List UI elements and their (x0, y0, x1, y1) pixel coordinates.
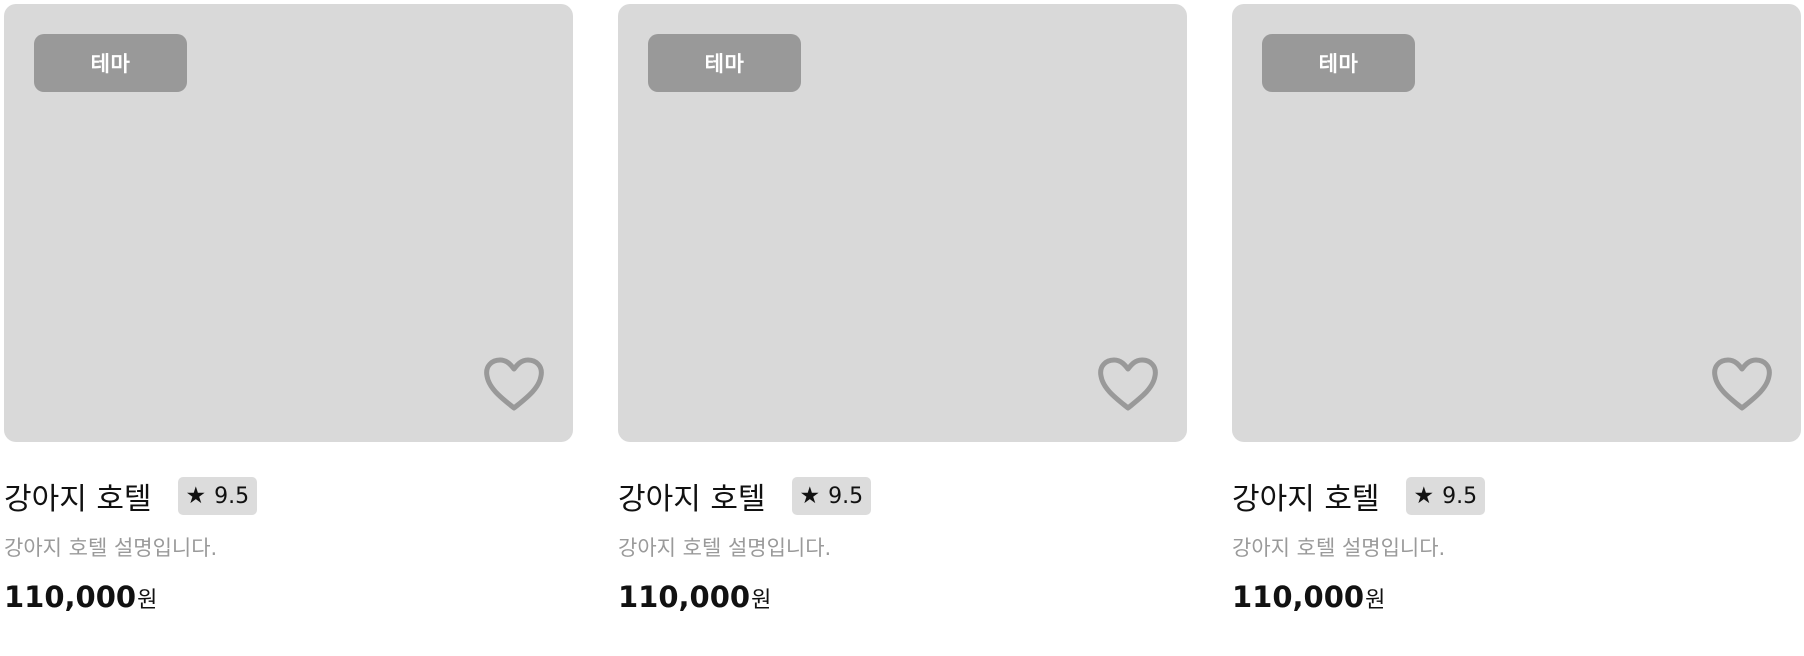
star-icon: ★ (1413, 483, 1435, 509)
hotel-thumbnail[interactable]: 테마 (1232, 4, 1801, 442)
price-value: 110,000 (618, 580, 751, 614)
rating-badge: ★ 9.5 (791, 477, 872, 515)
price: 110,000 원 (618, 580, 771, 614)
price: 110,000 원 (4, 580, 157, 614)
heart-outline-icon[interactable] (483, 356, 545, 412)
heart-outline-icon[interactable] (1097, 356, 1159, 412)
heart-outline-icon[interactable] (1711, 356, 1773, 412)
price-unit: 원 (1365, 588, 1386, 613)
rating-value: 9.5 (214, 483, 250, 509)
theme-tag: 테마 (34, 34, 187, 92)
star-icon: ★ (185, 483, 207, 509)
hotel-description: 강아지 호텔 설명입니다. (1232, 536, 1446, 560)
rating-value: 9.5 (828, 483, 864, 509)
title-row: 강아지 호텔 ★ 9.5 (4, 474, 258, 518)
hotel-title[interactable]: 강아지 호텔 (4, 474, 152, 518)
rating-badge: ★ 9.5 (1405, 477, 1486, 515)
title-row: 강아지 호텔 ★ 9.5 (1232, 474, 1486, 518)
hotel-title[interactable]: 강아지 호텔 (618, 474, 766, 518)
price-unit: 원 (751, 588, 772, 613)
title-row: 강아지 호텔 ★ 9.5 (618, 474, 872, 518)
hotel-card-grid: 테마 강아지 호텔 ★ 9.5 강아지 호텔 설명입니다. 110,000 원 … (0, 0, 1804, 656)
price-value: 110,000 (4, 580, 137, 614)
rating-value: 9.5 (1442, 483, 1478, 509)
rating-badge: ★ 9.5 (177, 477, 258, 515)
hotel-card[interactable]: 테마 강아지 호텔 ★ 9.5 강아지 호텔 설명입니다. 110,000 원 (618, 4, 1187, 624)
hotel-description: 강아지 호텔 설명입니다. (618, 536, 832, 560)
hotel-card[interactable]: 테마 강아지 호텔 ★ 9.5 강아지 호텔 설명입니다. 110,000 원 (4, 4, 573, 624)
hotel-card[interactable]: 테마 강아지 호텔 ★ 9.5 강아지 호텔 설명입니다. 110,000 원 (1232, 4, 1801, 624)
price-value: 110,000 (1232, 580, 1365, 614)
theme-tag: 테마 (648, 34, 801, 92)
hotel-title[interactable]: 강아지 호텔 (1232, 474, 1380, 518)
hotel-thumbnail[interactable]: 테마 (4, 4, 573, 442)
price: 110,000 원 (1232, 580, 1385, 614)
hotel-thumbnail[interactable]: 테마 (618, 4, 1187, 442)
hotel-description: 강아지 호텔 설명입니다. (4, 536, 218, 560)
star-icon: ★ (799, 483, 821, 509)
price-unit: 원 (137, 588, 158, 613)
theme-tag: 테마 (1262, 34, 1415, 92)
